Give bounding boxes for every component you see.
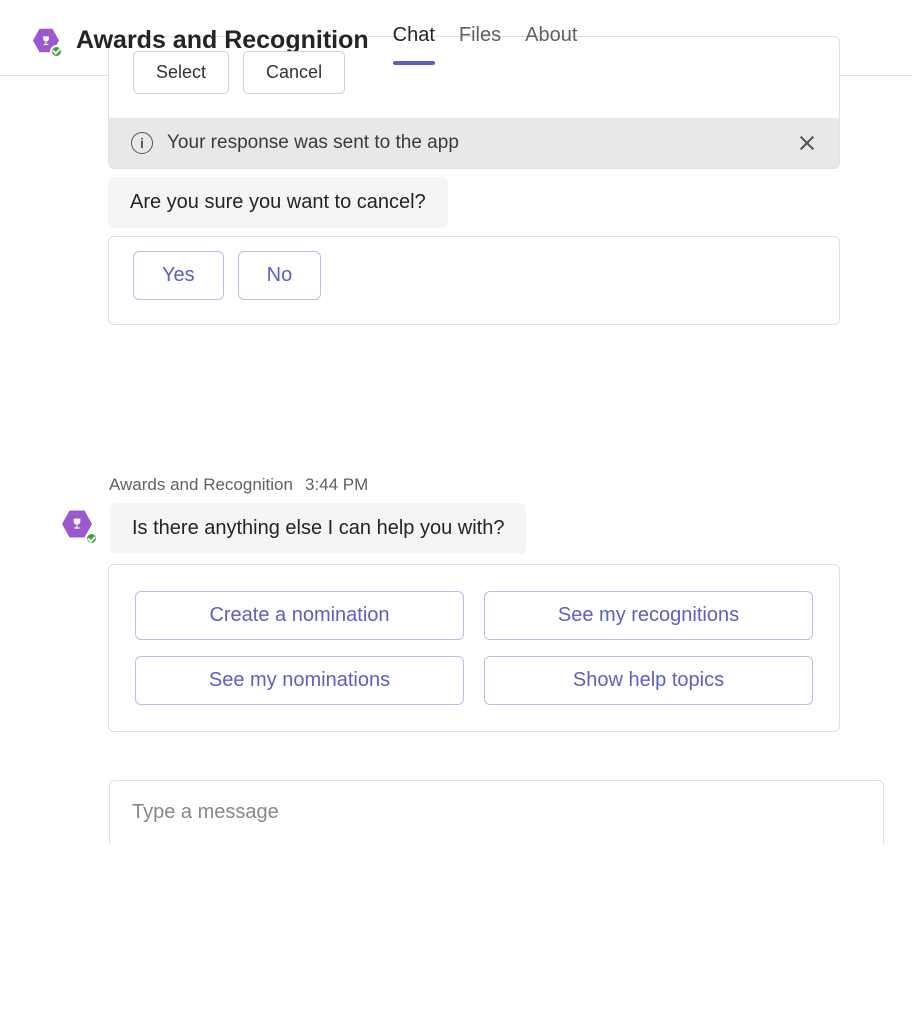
- no-button[interactable]: No: [238, 251, 322, 300]
- tab-about[interactable]: About: [525, 18, 577, 63]
- message-input[interactable]: Type a message: [109, 780, 884, 844]
- show-help-button[interactable]: Show help topics: [484, 656, 813, 705]
- bot-message: Is there anything else I can help you wi…: [110, 503, 526, 554]
- bot-avatar: [62, 509, 96, 543]
- see-recognitions-button[interactable]: See my recognitions: [484, 591, 813, 640]
- sender-name: Awards and Recognition: [109, 475, 293, 495]
- confirm-card: Yes No: [108, 236, 840, 325]
- tab-list: Chat Files About: [393, 18, 578, 63]
- presence-available-icon: [85, 532, 98, 545]
- presence-available-icon: [50, 45, 63, 58]
- response-sent-notice: i Your response was sent to the app: [109, 118, 839, 168]
- bot-message-row: Is there anything else I can help you wi…: [62, 503, 898, 554]
- bot-message: Are you sure you want to cancel?: [108, 177, 448, 228]
- message-timestamp: 3:44 PM: [305, 475, 368, 495]
- cancel-button[interactable]: Cancel: [243, 51, 345, 94]
- tab-files[interactable]: Files: [459, 18, 501, 63]
- yes-button[interactable]: Yes: [133, 251, 224, 300]
- close-icon[interactable]: [797, 133, 817, 153]
- create-nomination-button[interactable]: Create a nomination: [135, 591, 464, 640]
- suggested-actions-card: Create a nomination See my recognitions …: [108, 564, 840, 732]
- notice-text: Your response was sent to the app: [167, 132, 459, 154]
- select-button[interactable]: Select: [133, 51, 229, 94]
- info-icon: i: [131, 132, 153, 154]
- tab-chat[interactable]: Chat: [393, 18, 435, 63]
- see-nominations-button[interactable]: See my nominations: [135, 656, 464, 705]
- app-avatar: [30, 25, 62, 57]
- chat-panel: Select Cancel i Your response was sent t…: [0, 36, 912, 844]
- message-sender-row: Awards and Recognition 3:44 PM: [109, 475, 898, 495]
